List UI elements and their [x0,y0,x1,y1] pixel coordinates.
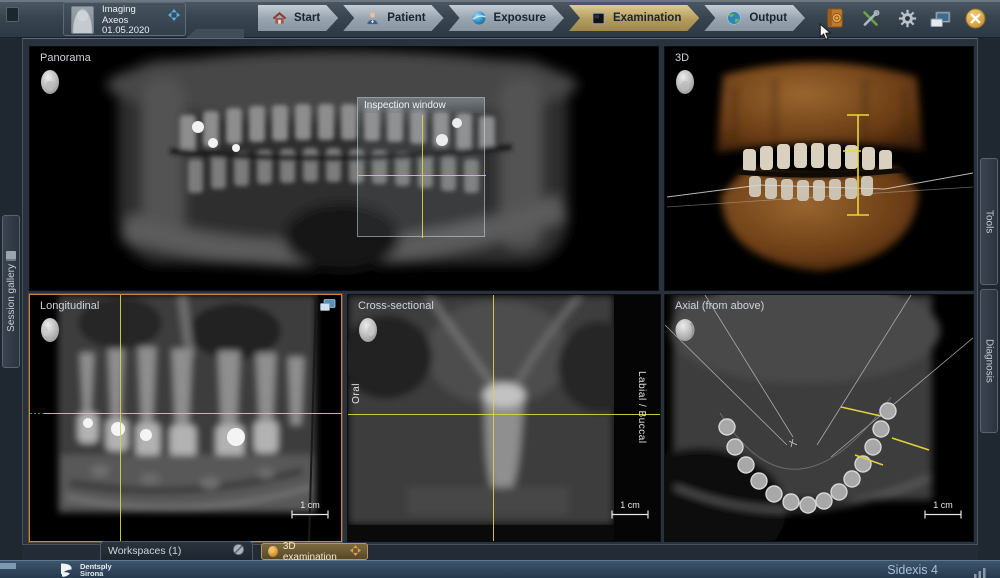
workspaces-tab-label: Workspaces (1) [108,545,181,557]
app-window-icon [6,7,19,22]
longitudinal-viewport[interactable]: Longitudinal 1 cm [29,294,342,542]
inspection-window[interactable]: Inspection window [357,97,485,237]
session-gallery-label: Session gallery [6,264,17,332]
axis-label-labial-buccal: Labial / Buccal [636,371,647,444]
diagnosis-label: Diagnosis [984,339,995,383]
send-to-monitor-icon[interactable] [320,299,336,317]
step-label: Output [749,12,787,24]
cross-sectional-viewport[interactable]: Cross-sectional Oral Labial / Buccal 1 c… [347,294,661,542]
volume-3d-viewport[interactable]: 3D [664,46,974,291]
title-bar: Imaging Axeos 01.05.2020 Sta [0,0,1000,38]
settings-gear-icon[interactable] [898,9,917,33]
step-examination[interactable]: Examination [569,5,699,31]
left-rail: Session gallery [0,38,22,560]
titlebar-notch [186,29,244,38]
output-icon [726,10,742,26]
brand-logo: Dentsply Sirona [58,562,112,578]
step-label: Exposure [494,12,546,24]
scale-indicator: 1 cm [922,500,964,521]
scale-indicator: 1 cm [609,500,651,521]
axis-label-oral: Oral [351,383,362,404]
mouse-cursor [819,23,832,47]
session-date: 01.05.2020 [102,26,150,37]
panel-title: Panorama [40,52,91,64]
orientation-head-icon [674,69,696,102]
sidebar-tab-diagnosis[interactable]: Diagnosis [980,289,998,433]
sidexis-main-window: Imaging Axeos 01.05.2020 Sta [0,0,1000,578]
orientation-head-icon [39,69,61,102]
panel-title: Cross-sectional [358,300,434,312]
sidebar-tab-session-gallery[interactable]: Session gallery [2,215,20,368]
app-name-label: Sidexis 4 [887,563,938,577]
scale-label: 1 cm [289,500,331,510]
orientation-head-icon [674,317,696,348]
close-icon[interactable] [965,8,986,34]
gallery-icon [6,251,16,259]
examination-head-icon [268,546,278,557]
workspaces-tab[interactable]: Workspaces (1) [100,541,253,560]
brand-name-bottom: Sirona [80,570,112,578]
panorama-viewport[interactable]: Panorama Inspection window [29,46,659,291]
resize-grip-icon[interactable] [974,565,986,578]
step-label: Start [294,12,320,24]
examination-workspace: Panorama Inspection window [22,38,978,545]
panorama-xray-image [30,47,659,291]
patient-icon [365,11,380,26]
scale-ruler [611,510,649,519]
crosshair-red-dashes [30,413,44,414]
inspection-window-label: Inspection window [358,98,484,113]
monitor-windows-icon[interactable] [930,11,951,33]
exposure-icon [471,10,487,26]
collapse-arrows-icon[interactable] [350,545,361,559]
slice-crosshair-horizontal[interactable] [348,414,661,415]
sidebar-tab-tools[interactable]: Tools [980,158,998,285]
patient-avatar [71,6,94,34]
home-icon [272,11,287,26]
taskbar-chip [0,563,16,569]
scale-ruler [291,510,329,519]
repair-tools-icon[interactable] [861,9,880,33]
patient-info: Imaging Axeos 01.05.2020 [102,5,150,37]
orientation-head-icon [39,317,61,350]
panel-title: Longitudinal [40,300,99,312]
step-patient[interactable]: Patient [343,5,443,31]
slice-crosshair-vertical[interactable] [493,295,494,542]
panel-title: Axial (from above) [675,300,764,312]
slice-crosshair-vertical[interactable] [120,295,121,542]
orientation-head-icon [357,317,379,350]
workflow-steps: Start Patient [258,5,805,31]
step-start[interactable]: Start [258,5,338,31]
scale-label: 1 cm [922,500,964,510]
inspection-crosshair-vertical[interactable] [422,115,423,238]
unpin-icon[interactable] [232,543,245,559]
dentsply-sirona-mark-icon [58,562,75,578]
scale-ruler [924,510,962,519]
volume-3d-render [665,47,974,291]
slice-crosshair-horizontal[interactable] [44,413,342,414]
examination-icon [591,11,606,26]
panel-title: 3D [675,52,689,64]
step-output[interactable]: Output [704,5,805,31]
status-bar: Dentsply Sirona Sidexis 4 [0,560,1000,578]
tools-label: Tools [984,210,995,233]
session-expand-icon[interactable] [168,8,180,26]
examination-3d-tab[interactable]: 3D examination [261,543,368,560]
patient-session-card[interactable]: Imaging Axeos 01.05.2020 [63,2,186,36]
step-label: Examination [613,12,681,24]
axial-viewport[interactable]: Axial (from above) 1 cm [664,294,974,542]
right-rail: Tools Diagnosis [978,38,1000,560]
scale-label: 1 cm [609,500,651,510]
session-modality: Imaging [102,5,150,16]
scale-indicator: 1 cm [289,500,331,521]
step-exposure[interactable]: Exposure [449,5,564,31]
step-label: Patient [387,12,425,24]
workspace-tab-row: Workspaces (1) 3D examination [0,541,1000,560]
